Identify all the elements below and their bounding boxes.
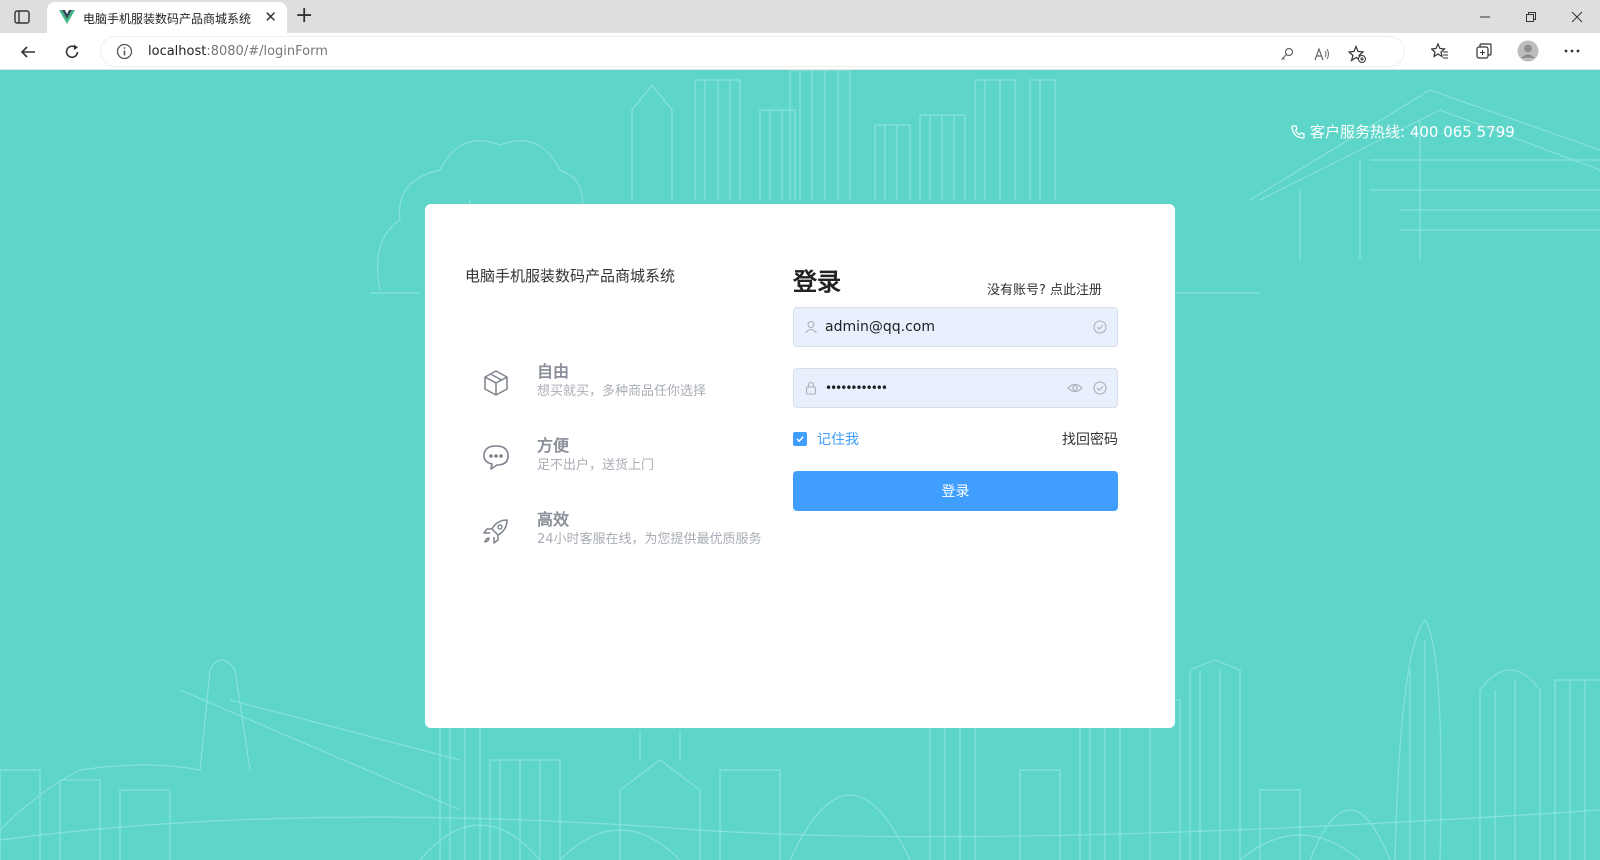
url-text[interactable]: localhost:8080/#/loginForm xyxy=(148,44,328,59)
password-input[interactable]: •••••••••••• xyxy=(793,368,1118,408)
add-favorite-icon[interactable] xyxy=(1346,43,1368,65)
feature-description: 足不出户，送货上门 xyxy=(537,458,655,473)
tab-close-icon[interactable]: ✕ xyxy=(264,8,277,26)
feature-title: 自由 xyxy=(537,362,570,381)
browser-tab-active[interactable]: 电脑手机服装数码产品商城系统 ✕ xyxy=(47,2,287,33)
url-host: localhost xyxy=(148,44,207,59)
read-aloud-icon[interactable] xyxy=(1311,43,1333,65)
site-info-icon[interactable] xyxy=(116,43,133,60)
profile-avatar-icon[interactable] xyxy=(1517,40,1539,62)
url-path: :8080/#/loginForm xyxy=(206,44,328,59)
no-account-text: 没有账号? xyxy=(987,283,1046,298)
remember-me-checkbox[interactable]: 记住我 xyxy=(793,429,859,449)
username-input[interactable]: admin@qq.com xyxy=(793,307,1118,347)
feature-title: 高效 xyxy=(537,510,570,529)
chat-bubble-icon xyxy=(483,445,509,470)
feature-description: 24小时客服在线，为您提供最优质服务 xyxy=(537,532,762,547)
user-icon xyxy=(805,320,817,334)
login-page: 客户服务热线: 400 065 5799 电脑手机服装数码产品商城系统 自由 想… xyxy=(0,70,1600,860)
register-link[interactable]: 点此注册 xyxy=(1050,283,1102,298)
feature-freedom: 自由 想买就买，多种商品任你选择 xyxy=(481,358,781,408)
reload-icon[interactable] xyxy=(60,40,84,64)
login-card: 电脑手机服装数码产品商城系统 自由 想买就买，多种商品任你选择 方便 足不出户，… xyxy=(425,204,1175,728)
feature-description: 想买就买，多种商品任你选择 xyxy=(537,384,707,399)
tab-actions-icon[interactable] xyxy=(12,7,32,27)
restore-icon[interactable] xyxy=(1508,0,1554,33)
customer-hotline: 客户服务热线: 400 065 5799 xyxy=(1290,121,1515,142)
browser-tab-bar: 电脑手机服装数码产品商城系统 ✕ + xyxy=(0,0,1600,33)
new-tab-icon[interactable]: + xyxy=(295,3,313,29)
tab-title: 电脑手机服装数码产品商城系统 xyxy=(83,12,252,26)
feature-title: 方便 xyxy=(537,436,570,455)
feature-convenience: 方便 足不出户，送货上门 xyxy=(481,432,781,482)
phone-icon xyxy=(1291,124,1305,139)
valid-check-icon xyxy=(1093,381,1107,395)
cube-icon xyxy=(484,370,508,396)
minimize-icon[interactable] xyxy=(1462,0,1508,33)
feature-efficiency: 高效 24小时客服在线，为您提供最优质服务 xyxy=(481,506,781,556)
valid-check-icon xyxy=(1093,320,1107,334)
register-prompt: 没有账号? 点此注册 xyxy=(987,279,1102,298)
checkmark-icon xyxy=(796,436,804,443)
login-button[interactable]: 登录 xyxy=(793,471,1118,511)
remember-me-label[interactable]: 记住我 xyxy=(817,429,859,449)
password-key-icon[interactable] xyxy=(1276,43,1298,65)
system-name: 电脑手机服装数码产品商城系统 xyxy=(465,267,676,285)
password-value: •••••••••••• xyxy=(825,381,888,395)
window-close-icon[interactable] xyxy=(1554,0,1600,33)
more-menu-icon[interactable] xyxy=(1561,40,1583,62)
show-password-eye-icon[interactable] xyxy=(1067,381,1083,395)
username-value: admin@qq.com xyxy=(825,319,935,335)
collections-icon[interactable] xyxy=(1473,40,1495,62)
lock-icon xyxy=(805,381,817,395)
back-icon[interactable] xyxy=(16,40,40,64)
browser-toolbar: localhost:8080/#/loginForm xyxy=(0,33,1600,70)
login-title: 登录 xyxy=(793,268,841,296)
rocket-icon xyxy=(483,519,508,544)
vue-logo-icon xyxy=(59,10,75,24)
forgot-password-link[interactable]: 找回密码 xyxy=(1062,429,1118,449)
hotline-text: 客户服务热线: 400 065 5799 xyxy=(1310,123,1515,141)
favorites-icon[interactable] xyxy=(1429,40,1451,62)
checkbox-checked[interactable] xyxy=(793,432,807,446)
address-bar[interactable]: localhost:8080/#/loginForm xyxy=(100,36,1405,67)
